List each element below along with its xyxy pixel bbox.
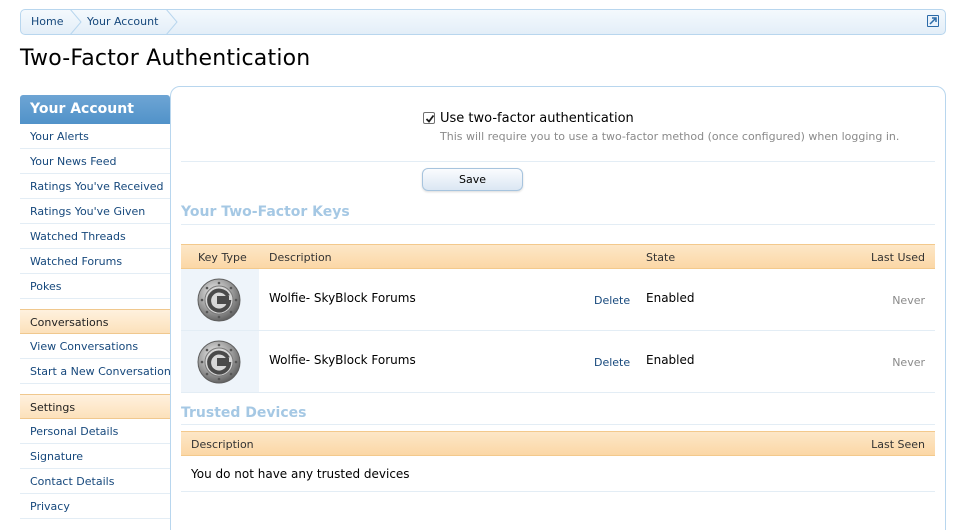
sidebar-item-ratings-given[interactable]: Ratings You've Given: [20, 199, 170, 224]
sidebar-item-pokes[interactable]: Pokes: [20, 274, 170, 299]
sidebar-item-view-conversations[interactable]: View Conversations: [20, 334, 170, 359]
sidebar-section-settings: Settings: [20, 394, 170, 419]
table-header: Description Last Seen: [181, 431, 935, 456]
sidebar-item-news-feed[interactable]: Your News Feed: [20, 149, 170, 174]
trusted-devices-title: Trusted Devices: [181, 405, 307, 421]
enable-two-factor-hint: This will require you to use a two-facto…: [440, 130, 900, 143]
key-state: Enabled: [646, 353, 695, 367]
key-description: Wolfie- SkyBlock Forums: [269, 353, 416, 367]
table-header: Key Type Description State Last Used: [181, 244, 935, 269]
key-state: Enabled: [646, 291, 695, 305]
table-row: Wolfie- SkyBlock Forums Delete Enabled N…: [181, 331, 935, 393]
sidebar-item-personal-details[interactable]: Personal Details: [20, 419, 170, 444]
key-last-used: Never: [892, 356, 925, 369]
breadcrumb-separator-icon: [165, 9, 178, 35]
sidebar-heading: Your Account: [20, 95, 170, 124]
two-factor-panel: Use two-factor authentication This will …: [170, 86, 946, 530]
google-authenticator-icon: [197, 340, 241, 384]
google-authenticator-icon: [197, 278, 241, 322]
empty-message: You do not have any trusted devices: [181, 456, 935, 492]
key-type-cell: [181, 269, 259, 330]
divider: [181, 424, 935, 425]
jump-to-icon[interactable]: [927, 15, 939, 27]
save-button[interactable]: Save: [422, 168, 523, 191]
account-sidebar: Your Account Your Alerts Your News Feed …: [20, 95, 171, 530]
column-description: Description: [269, 251, 332, 264]
page-title: Two-Factor Authentication: [20, 46, 311, 71]
delete-key-link[interactable]: Delete: [594, 294, 630, 307]
column-last-seen: Last Seen: [871, 438, 925, 451]
two-factor-keys-table: Key Type Description State Last Used Wol…: [181, 244, 935, 393]
key-description: Wolfie- SkyBlock Forums: [269, 291, 416, 305]
sidebar-item-ratings-received[interactable]: Ratings You've Received: [20, 174, 170, 199]
sidebar-item-your-alerts[interactable]: Your Alerts: [20, 124, 170, 149]
sidebar-item-watched-forums[interactable]: Watched Forums: [20, 249, 170, 274]
column-key-type: Key Type: [198, 251, 247, 264]
delete-key-link[interactable]: Delete: [594, 356, 630, 369]
divider: [181, 224, 935, 225]
sidebar-item-privacy[interactable]: Privacy: [20, 494, 170, 519]
sidebar-item-start-conversation[interactable]: Start a New Conversation: [20, 359, 171, 384]
checkmark-icon: [425, 114, 435, 123]
sidebar-item-contact-details[interactable]: Contact Details: [20, 469, 170, 494]
sidebar-item-signature[interactable]: Signature: [20, 444, 170, 469]
table-row: Wolfie- SkyBlock Forums Delete Enabled N…: [181, 269, 935, 331]
column-last-used: Last Used: [871, 251, 925, 264]
breadcrumb-separator-icon: [69, 9, 82, 35]
column-state: State: [646, 251, 676, 264]
key-type-cell: [181, 331, 259, 392]
two-factor-keys-title: Your Two-Factor Keys: [181, 204, 350, 220]
sidebar-item-watched-threads[interactable]: Watched Threads: [20, 224, 170, 249]
enable-two-factor-checkbox[interactable]: [423, 112, 435, 124]
breadcrumb-home[interactable]: Home: [31, 10, 63, 34]
sidebar-section-conversations: Conversations: [20, 309, 170, 334]
column-description: Description: [191, 438, 254, 451]
breadcrumb: Home Your Account: [20, 9, 946, 35]
enable-two-factor-label[interactable]: Use two-factor authentication: [440, 111, 634, 126]
key-last-used: Never: [892, 294, 925, 307]
divider: [181, 161, 935, 162]
trusted-devices-table: Description Last Seen You do not have an…: [181, 431, 935, 492]
breadcrumb-your-account[interactable]: Your Account: [87, 10, 158, 34]
